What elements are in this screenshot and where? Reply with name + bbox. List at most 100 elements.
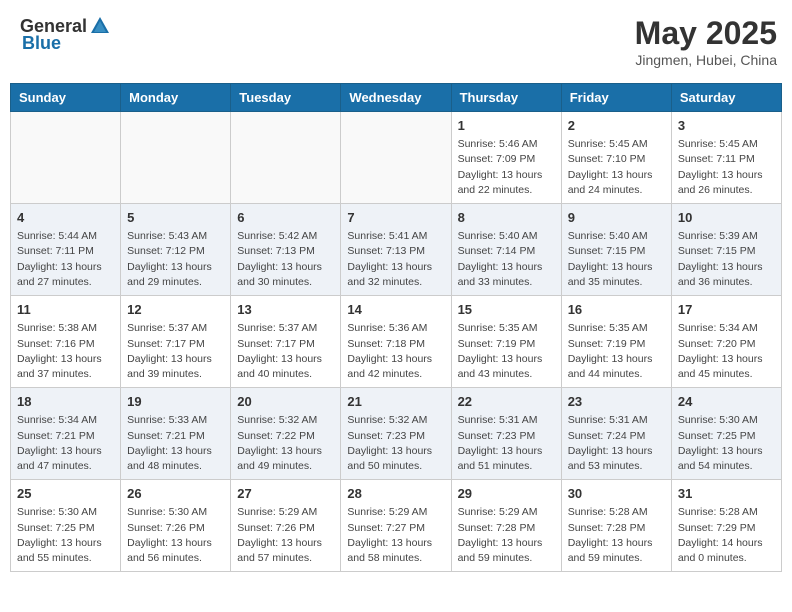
day-number: 10 — [678, 209, 775, 227]
calendar-day-cell: 1 Sunrise: 5:46 AM Sunset: 7:09 PM Daylig… — [451, 112, 561, 204]
calendar-day-cell: 17 Sunrise: 5:34 AM Sunset: 7:20 PM Dayli… — [671, 296, 781, 388]
calendar-day-cell — [121, 112, 231, 204]
calendar-day-cell: 13 Sunrise: 5:37 AM Sunset: 7:17 PM Dayli… — [231, 296, 341, 388]
calendar-day-cell: 3Sunrise: 5:45 AM Sunset: 7:11 PM Daylig… — [671, 112, 781, 204]
day-number: 11 — [17, 301, 114, 319]
calendar-day-cell: 25Sunrise: 5:30 AM Sunset: 7:25 PM Dayli… — [11, 480, 121, 572]
calendar-week-row: 18 Sunrise: 5:34 AM Sunset: 7:21 PM Dayli… — [11, 388, 782, 480]
calendar-day-cell: 8 Sunrise: 5:40 AM Sunset: 7:14 PM Daylig… — [451, 204, 561, 296]
day-number: 24 — [678, 393, 775, 411]
day-number: 18 — [17, 393, 114, 411]
day-number: 21 — [347, 393, 444, 411]
day-info: Sunrise: 5:28 AM Sunset: 7:28 PM Dayligh… — [568, 505, 665, 566]
day-number: 20 — [237, 393, 334, 411]
day-info: Sunrise: 5:42 AM Sunset: 7:13 PM Dayligh… — [237, 229, 334, 290]
calendar-header-row: SundayMondayTuesdayWednesdayThursdayFrid… — [11, 84, 782, 112]
calendar-day-cell: 30 Sunrise: 5:28 AM Sunset: 7:28 PM Dayli… — [561, 480, 671, 572]
day-of-week-header: Friday — [561, 84, 671, 112]
day-number: 28 — [347, 485, 444, 503]
day-info: Sunrise: 5:28 AM Sunset: 7:29 PM Dayligh… — [678, 505, 775, 566]
day-of-week-header: Saturday — [671, 84, 781, 112]
day-info: Sunrise: 5:32 AM Sunset: 7:22 PM Dayligh… — [237, 413, 334, 474]
day-info: Sunrise: 5:34 AM Sunset: 7:20 PM Dayligh… — [678, 321, 775, 382]
day-number: 16 — [568, 301, 665, 319]
calendar-day-cell: 10 Sunrise: 5:39 AM Sunset: 7:15 PM Dayli… — [671, 204, 781, 296]
day-info: Sunrise: 5:35 AM Sunset: 7:19 PM Dayligh… — [458, 321, 555, 382]
day-info: Sunrise: 5:31 AM Sunset: 7:23 PM Dayligh… — [458, 413, 555, 474]
day-number: 19 — [127, 393, 224, 411]
day-info: Sunrise: 5:33 AM Sunset: 7:21 PM Dayligh… — [127, 413, 224, 474]
logo: General Blue — [20, 15, 113, 54]
calendar-day-cell: 14 Sunrise: 5:36 AM Sunset: 7:18 PM Dayli… — [341, 296, 451, 388]
calendar-day-cell: 12Sunrise: 5:37 AM Sunset: 7:17 PM Dayli… — [121, 296, 231, 388]
calendar-day-cell: 26Sunrise: 5:30 AM Sunset: 7:26 PM Dayli… — [121, 480, 231, 572]
calendar-week-row: 4 Sunrise: 5:44 AM Sunset: 7:11 PM Daylig… — [11, 204, 782, 296]
day-info: Sunrise: 5:40 AM Sunset: 7:14 PM Dayligh… — [458, 229, 555, 290]
calendar-day-cell: 15Sunrise: 5:35 AM Sunset: 7:19 PM Dayli… — [451, 296, 561, 388]
calendar-day-cell: 18 Sunrise: 5:34 AM Sunset: 7:21 PM Dayli… — [11, 388, 121, 480]
day-number: 23 — [568, 393, 665, 411]
day-info: Sunrise: 5:44 AM Sunset: 7:11 PM Dayligh… — [17, 229, 114, 290]
calendar-day-cell: 4 Sunrise: 5:44 AM Sunset: 7:11 PM Daylig… — [11, 204, 121, 296]
day-info: Sunrise: 5:29 AM Sunset: 7:26 PM Dayligh… — [237, 505, 334, 566]
day-info: Sunrise: 5:30 AM Sunset: 7:25 PM Dayligh… — [17, 505, 114, 566]
day-number: 29 — [458, 485, 555, 503]
calendar-day-cell — [11, 112, 121, 204]
page-header: General Blue May 2025 Jingmen, Hubei, Ch… — [10, 10, 782, 73]
day-of-week-header: Sunday — [11, 84, 121, 112]
day-number: 9 — [568, 209, 665, 227]
calendar-day-cell: 31 Sunrise: 5:28 AM Sunset: 7:29 PM Dayli… — [671, 480, 781, 572]
calendar-week-row: 11 Sunrise: 5:38 AM Sunset: 7:16 PM Dayli… — [11, 296, 782, 388]
day-number: 22 — [458, 393, 555, 411]
calendar-day-cell: 9Sunrise: 5:40 AM Sunset: 7:15 PM Daylig… — [561, 204, 671, 296]
calendar-day-cell: 27 Sunrise: 5:29 AM Sunset: 7:26 PM Dayli… — [231, 480, 341, 572]
calendar-day-cell: 22 Sunrise: 5:31 AM Sunset: 7:23 PM Dayli… — [451, 388, 561, 480]
day-info: Sunrise: 5:37 AM Sunset: 7:17 PM Dayligh… — [127, 321, 224, 382]
calendar-day-cell: 19 Sunrise: 5:33 AM Sunset: 7:21 PM Dayli… — [121, 388, 231, 480]
day-number: 13 — [237, 301, 334, 319]
day-info: Sunrise: 5:29 AM Sunset: 7:28 PM Dayligh… — [458, 505, 555, 566]
day-number: 8 — [458, 209, 555, 227]
day-number: 14 — [347, 301, 444, 319]
calendar-day-cell: 6 Sunrise: 5:42 AM Sunset: 7:13 PM Daylig… — [231, 204, 341, 296]
day-info: Sunrise: 5:30 AM Sunset: 7:26 PM Dayligh… — [127, 505, 224, 566]
day-info: Sunrise: 5:35 AM Sunset: 7:19 PM Dayligh… — [568, 321, 665, 382]
day-number: 2 — [568, 117, 665, 135]
day-number: 1 — [458, 117, 555, 135]
day-info: Sunrise: 5:31 AM Sunset: 7:24 PM Dayligh… — [568, 413, 665, 474]
day-number: 5 — [127, 209, 224, 227]
calendar-day-cell — [231, 112, 341, 204]
day-info: Sunrise: 5:43 AM Sunset: 7:12 PM Dayligh… — [127, 229, 224, 290]
day-info: Sunrise: 5:39 AM Sunset: 7:15 PM Dayligh… — [678, 229, 775, 290]
day-info: Sunrise: 5:36 AM Sunset: 7:18 PM Dayligh… — [347, 321, 444, 382]
calendar-day-cell: 21 Sunrise: 5:32 AM Sunset: 7:23 PM Dayli… — [341, 388, 451, 480]
day-info: Sunrise: 5:30 AM Sunset: 7:25 PM Dayligh… — [678, 413, 775, 474]
calendar-week-row: 1 Sunrise: 5:46 AM Sunset: 7:09 PM Daylig… — [11, 112, 782, 204]
day-number: 27 — [237, 485, 334, 503]
calendar-day-cell: 29 Sunrise: 5:29 AM Sunset: 7:28 PM Dayli… — [451, 480, 561, 572]
day-number: 7 — [347, 209, 444, 227]
calendar-week-row: 25Sunrise: 5:30 AM Sunset: 7:25 PM Dayli… — [11, 480, 782, 572]
day-info: Sunrise: 5:29 AM Sunset: 7:27 PM Dayligh… — [347, 505, 444, 566]
day-number: 30 — [568, 485, 665, 503]
day-of-week-header: Wednesday — [341, 84, 451, 112]
calendar-day-cell: 24 Sunrise: 5:30 AM Sunset: 7:25 PM Dayli… — [671, 388, 781, 480]
day-info: Sunrise: 5:45 AM Sunset: 7:11 PM Dayligh… — [678, 137, 775, 198]
day-of-week-header: Thursday — [451, 84, 561, 112]
day-info: Sunrise: 5:41 AM Sunset: 7:13 PM Dayligh… — [347, 229, 444, 290]
day-of-week-header: Tuesday — [231, 84, 341, 112]
day-number: 4 — [17, 209, 114, 227]
day-info: Sunrise: 5:37 AM Sunset: 7:17 PM Dayligh… — [237, 321, 334, 382]
day-info: Sunrise: 5:46 AM Sunset: 7:09 PM Dayligh… — [458, 137, 555, 198]
calendar-day-cell: 7 Sunrise: 5:41 AM Sunset: 7:13 PM Daylig… — [341, 204, 451, 296]
day-number: 17 — [678, 301, 775, 319]
calendar-day-cell: 2Sunrise: 5:45 AM Sunset: 7:10 PM Daylig… — [561, 112, 671, 204]
day-number: 6 — [237, 209, 334, 227]
month-year-title: May 2025 — [635, 15, 777, 52]
day-info: Sunrise: 5:34 AM Sunset: 7:21 PM Dayligh… — [17, 413, 114, 474]
day-number: 31 — [678, 485, 775, 503]
logo-icon — [89, 15, 111, 37]
day-info: Sunrise: 5:32 AM Sunset: 7:23 PM Dayligh… — [347, 413, 444, 474]
day-info: Sunrise: 5:38 AM Sunset: 7:16 PM Dayligh… — [17, 321, 114, 382]
calendar-day-cell: 5 Sunrise: 5:43 AM Sunset: 7:12 PM Daylig… — [121, 204, 231, 296]
